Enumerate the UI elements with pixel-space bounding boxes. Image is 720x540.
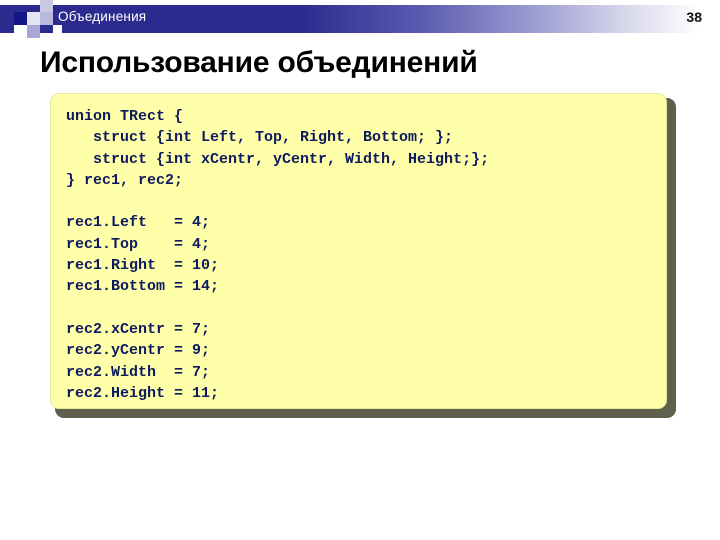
- code-listing: union TRect { struct {int Left, Top, Rig…: [66, 106, 489, 404]
- sq-mid-1: [40, 12, 53, 25]
- sq-mid-3: [14, 25, 27, 38]
- code-line: rec1.Left = 4;: [66, 214, 211, 232]
- sq-light-2: [40, 0, 53, 12]
- code-line: struct {int Left, Top, Right, Bottom; };: [66, 129, 454, 147]
- decorative-squares-cluster: [0, 0, 62, 40]
- code-line: rec2.Height = 11;: [66, 384, 220, 402]
- code-block-container: union TRect { struct {int Left, Top, Rig…: [50, 93, 676, 418]
- code-line: rec1.Right = 10;: [66, 257, 220, 275]
- code-line: rec2.xCentr = 7;: [66, 320, 211, 338]
- code-line: rec2.yCentr = 9;: [66, 342, 211, 360]
- code-line: struct {int xCentr, yCentr, Width, Heigh…: [66, 150, 490, 168]
- sq-mid-2: [27, 25, 40, 38]
- code-block: union TRect { struct {int Left, Top, Rig…: [50, 93, 667, 409]
- code-line: rec1.Bottom = 14;: [66, 278, 220, 296]
- header-title: Объединения: [58, 9, 147, 24]
- code-line: union TRect {: [66, 108, 184, 125]
- slide-number: 38: [686, 9, 702, 25]
- code-line: } rec1, rec2;: [66, 171, 184, 189]
- sq-dark-2: [53, 25, 62, 38]
- sq-dark-1: [14, 12, 27, 25]
- sq-pale-1: [27, 12, 40, 25]
- code-line: rec1.Top = 4;: [66, 235, 211, 253]
- page-title: Использование объединений: [40, 46, 478, 79]
- code-line: rec2.Width = 7;: [66, 363, 211, 381]
